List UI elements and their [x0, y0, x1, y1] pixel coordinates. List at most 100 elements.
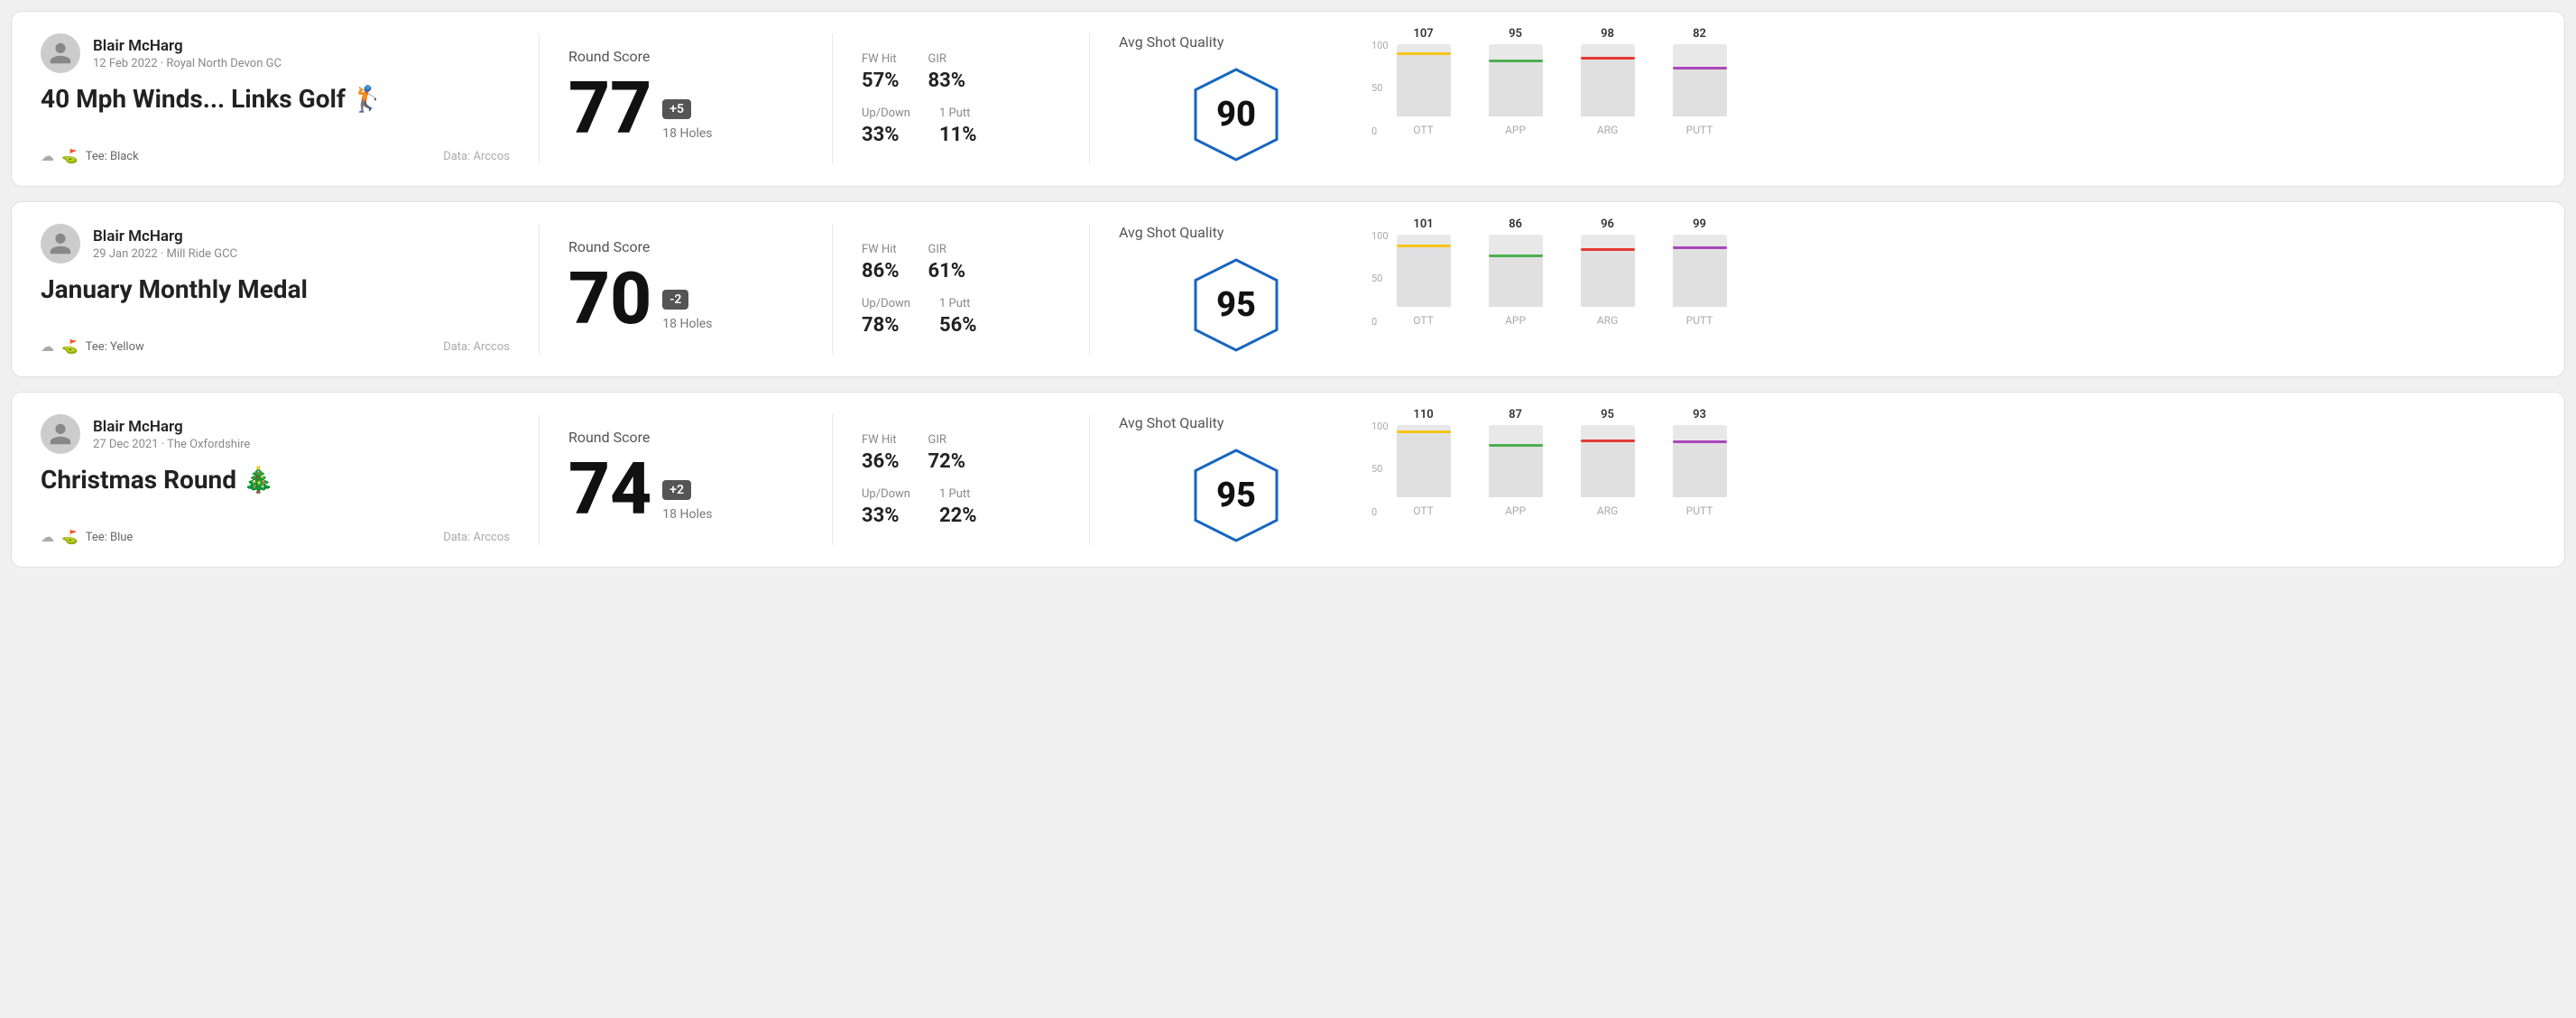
y-axis-label: 0 — [1371, 507, 1389, 517]
bar-label-ott: OTT — [1413, 314, 1434, 327]
user-row: Blair McHarg 27 Dec 2021 · The Oxfordshi… — [41, 414, 510, 454]
y-axis: 100500 — [1371, 41, 1389, 136]
bar-value-arg: 96 — [1601, 217, 1614, 231]
score-row: 74 +2 18 Holes — [568, 453, 803, 525]
y-axis-label: 100 — [1371, 41, 1389, 51]
score-row: 77 +5 18 Holes — [568, 72, 803, 144]
person-icon — [48, 231, 73, 256]
card-divider-2 — [832, 33, 833, 164]
y-axis-label: 100 — [1371, 231, 1389, 241]
score-label: Round Score — [568, 429, 803, 446]
card-divider-3 — [1089, 414, 1090, 545]
bar-value-arg: 95 — [1601, 408, 1614, 421]
hexagon-container: 90 — [1119, 65, 1353, 164]
hexagon: 95 — [1186, 446, 1286, 545]
tee-info: ☁ ⛳ Tee: Blue — [41, 529, 133, 545]
bar-chart: 107 OTT 95 APP 98 ARG 82 — [1392, 41, 1731, 158]
fw-hit-stat: FW Hit 57% — [862, 52, 900, 92]
y-axis-label: 100 — [1371, 421, 1389, 431]
score-section: Round Score 74 +2 18 Holes — [568, 414, 803, 545]
data-source: Data: Arccos — [443, 340, 510, 354]
oneputt-value: 11% — [939, 124, 977, 146]
tee-label: Tee: Blue — [86, 531, 134, 544]
score-row: 70 -2 18 Holes — [568, 263, 803, 335]
fw-hit-stat: FW Hit 36% — [862, 433, 900, 473]
bar-label-ott: OTT — [1413, 504, 1434, 517]
tee-info: ☁ ⛳ Tee: Black — [41, 148, 139, 164]
tee-label: Tee: Yellow — [86, 340, 144, 354]
quality-section: Avg Shot Quality 90 — [1119, 33, 1353, 164]
bar-value-arg: 98 — [1601, 27, 1614, 41]
person-icon — [48, 421, 73, 447]
bar-label-putt: PUTT — [1686, 504, 1713, 517]
stats-row-top: FW Hit 57% GIR 83% — [862, 52, 1060, 92]
quality-label: Avg Shot Quality — [1119, 224, 1353, 241]
updown-label: Up/Down — [862, 297, 910, 310]
user-info: Blair McHarg 12 Feb 2022 · Royal North D… — [93, 37, 282, 70]
card-divider-2 — [832, 414, 833, 545]
oneputt-value: 22% — [939, 504, 977, 527]
bar-value-app: 95 — [1509, 27, 1522, 41]
card-left: Blair McHarg 29 Jan 2022 · Mill Ride GCC… — [41, 224, 510, 355]
quality-label: Avg Shot Quality — [1119, 33, 1353, 51]
card-left: Blair McHarg 12 Feb 2022 · Royal North D… — [41, 33, 510, 164]
gir-label: GIR — [928, 243, 966, 256]
score-meta: -2 18 Holes — [662, 290, 712, 335]
round-card: Blair McHarg 27 Dec 2021 · The Oxfordshi… — [11, 392, 2565, 568]
quality-section: Avg Shot Quality 95 — [1119, 224, 1353, 355]
bar-label-putt: PUTT — [1686, 124, 1713, 136]
score-section: Round Score 77 +5 18 Holes — [568, 33, 803, 164]
quality-label: Avg Shot Quality — [1119, 414, 1353, 431]
bar-value-ott: 101 — [1413, 217, 1433, 231]
user-row: Blair McHarg 12 Feb 2022 · Royal North D… — [41, 33, 510, 73]
bar-group-app: 86 APP — [1484, 217, 1547, 327]
score-number: 70 — [568, 263, 651, 335]
card-divider — [539, 224, 540, 355]
bar-value-app: 86 — [1509, 217, 1522, 231]
fw-hit-label: FW Hit — [862, 243, 900, 256]
gir-label: GIR — [928, 52, 966, 66]
updown-stat: Up/Down 78% — [862, 297, 910, 337]
card-divider — [539, 33, 540, 164]
bar-group-ott: 107 OTT — [1392, 27, 1455, 136]
user-info: Blair McHarg 27 Dec 2021 · The Oxfordshi… — [93, 418, 250, 451]
bar-track-ott — [1397, 425, 1451, 497]
bar-track-ott — [1397, 44, 1451, 116]
bar-value-ott: 107 — [1413, 27, 1433, 41]
gir-value: 72% — [928, 450, 966, 473]
fw-hit-label: FW Hit — [862, 52, 900, 66]
card-footer: ☁ ⛳ Tee: Black Data: Arccos — [41, 148, 510, 164]
round-card: Blair McHarg 12 Feb 2022 · Royal North D… — [11, 11, 2565, 187]
tee-label: Tee: Black — [86, 150, 139, 163]
score-holes: 18 Holes — [662, 507, 712, 522]
y-axis-label: 50 — [1371, 83, 1389, 93]
user-info: Blair McHarg 29 Jan 2022 · Mill Ride GCC — [93, 227, 237, 261]
bar-track-putt — [1673, 44, 1727, 116]
bar-label-arg: ARG — [1597, 124, 1618, 136]
score-badge: +5 — [662, 99, 691, 119]
bar-track-arg — [1581, 425, 1635, 497]
avatar — [41, 224, 80, 264]
avatar — [41, 33, 80, 73]
round-title: Christmas Round 🎄 — [41, 465, 510, 495]
bar-value-putt: 82 — [1693, 27, 1706, 41]
bar-chart-section: 100500 101 OTT 86 APP 96 ARG 99 — [1353, 224, 2535, 355]
score-number: 77 — [568, 72, 651, 144]
quality-score: 95 — [1216, 285, 1256, 325]
gir-stat: GIR 72% — [928, 433, 966, 473]
score-section: Round Score 70 -2 18 Holes — [568, 224, 803, 355]
oneputt-label: 1 Putt — [939, 106, 977, 120]
hexagon-container: 95 — [1119, 446, 1353, 545]
user-meta: 27 Dec 2021 · The Oxfordshire — [93, 438, 250, 451]
bar-group-putt: 82 PUTT — [1668, 27, 1731, 136]
bar-group-arg: 95 ARG — [1576, 408, 1639, 517]
quality-score: 95 — [1216, 476, 1256, 515]
quality-score: 90 — [1216, 95, 1256, 134]
score-holes: 18 Holes — [662, 126, 712, 141]
bag-icon: ⛳ — [61, 529, 78, 545]
bar-track-app — [1489, 44, 1543, 116]
oneputt-value: 56% — [939, 314, 977, 337]
gir-value: 61% — [928, 260, 966, 282]
score-meta: +5 18 Holes — [662, 99, 712, 144]
card-footer: ☁ ⛳ Tee: Yellow Data: Arccos — [41, 338, 510, 355]
